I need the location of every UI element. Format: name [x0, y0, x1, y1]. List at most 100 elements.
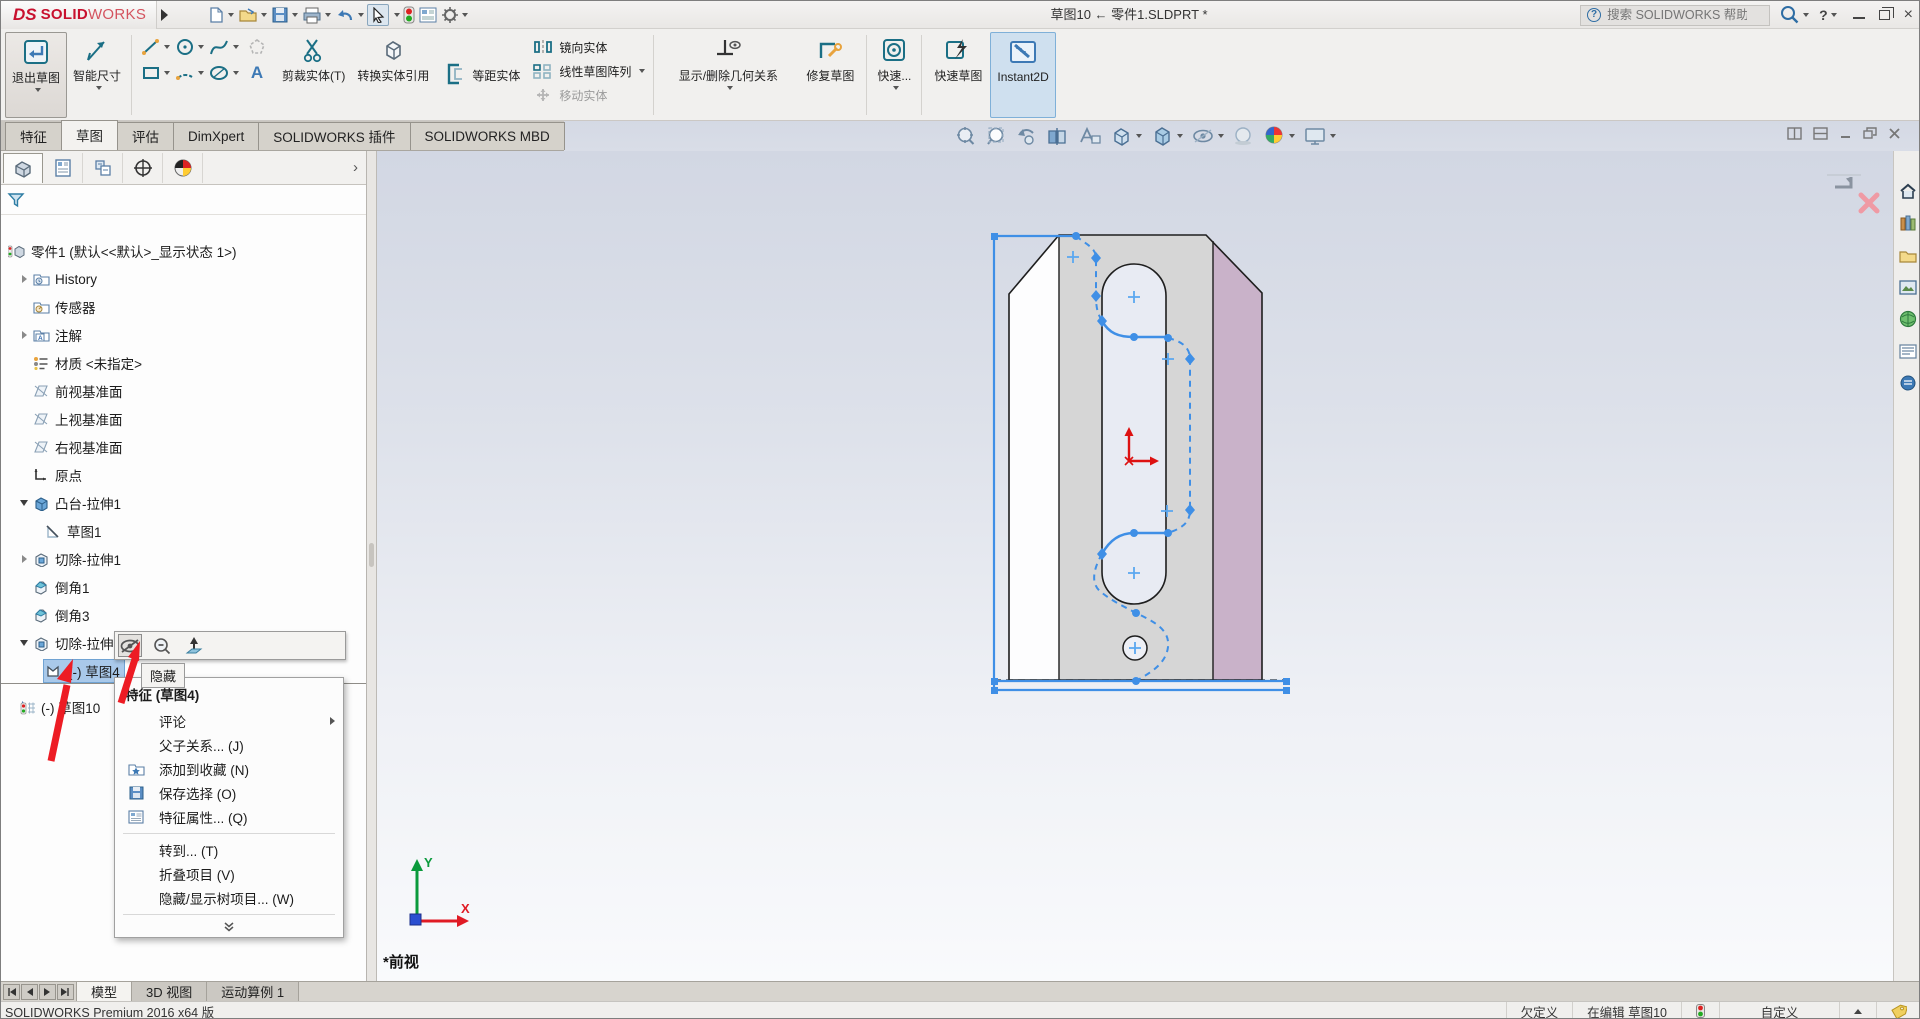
chevron-down-icon[interactable] — [726, 86, 733, 90]
display-style-button[interactable] — [1148, 124, 1185, 148]
view-orientation-button[interactable] — [1107, 124, 1144, 148]
chevron-down-icon[interactable] — [1218, 134, 1224, 138]
chevron-down-icon[interactable] — [197, 45, 204, 49]
expander-icon[interactable] — [17, 555, 31, 563]
chevron-down-icon[interactable] — [1289, 134, 1295, 138]
resources-home-button[interactable] — [1898, 181, 1918, 201]
chevron-down-icon[interactable] — [232, 45, 239, 49]
tab-features[interactable]: 特征 — [5, 122, 62, 150]
doc-restore-icon[interactable] — [1863, 127, 1877, 140]
tile-pane-icon[interactable] — [1813, 127, 1828, 140]
units-dropdown[interactable] — [1839, 1002, 1876, 1018]
linear-sketch-pattern-button[interactable]: 线性草图阵列 — [532, 60, 646, 82]
chevron-down-icon[interactable] — [197, 71, 204, 75]
repair-sketch-button[interactable]: 修复草图 — [798, 32, 862, 118]
tree-item-chamfer1[interactable]: 倒角1 — [1, 573, 366, 601]
part-left-face[interactable] — [1009, 235, 1059, 680]
tree-item-top-plane[interactable]: 上视基准面 — [1, 405, 366, 433]
chevron-down-icon[interactable] — [394, 12, 401, 17]
chevron-down-icon[interactable] — [325, 12, 332, 17]
doc-minimize-icon[interactable] — [1839, 127, 1852, 140]
menu-item-hide-show-tree-items[interactable]: 隐藏/显示树项目... (W) — [115, 886, 343, 910]
normal-to-button[interactable] — [182, 634, 206, 657]
tree-item-sensors[interactable]: 传感器 — [1, 293, 366, 321]
zoom-to-selection-button[interactable] — [150, 634, 174, 657]
spline-tool-button[interactable] — [208, 37, 239, 57]
panel-expand-chevron[interactable]: › — [353, 159, 358, 176]
chevron-down-icon[interactable] — [163, 71, 170, 75]
shadow-view-button[interactable] — [1230, 124, 1256, 148]
help-search-box[interactable]: ? — [1580, 4, 1771, 26]
chevron-down-icon[interactable] — [95, 86, 102, 90]
options-form-button[interactable] — [418, 5, 438, 25]
tree-item-right-plane[interactable]: 右视基准面 — [1, 433, 366, 461]
chevron-down-icon[interactable] — [261, 12, 268, 17]
menu-item-collapse-items[interactable]: 折叠项目 (V) — [115, 862, 343, 886]
slot-cut[interactable] — [1101, 263, 1167, 605]
tab-display-manager[interactable] — [163, 152, 203, 183]
exit-sketch-corner-icon[interactable] — [1835, 177, 1853, 189]
line-tool-button[interactable] — [141, 37, 170, 57]
tab-feature-manager[interactable] — [3, 152, 43, 183]
tab-dimxpert[interactable]: DimXpert — [173, 122, 260, 150]
tab-3d-views[interactable]: 3D 视图 — [132, 982, 208, 1001]
save-button[interactable] — [270, 4, 299, 26]
tree-item-material[interactable]: 材质 <未指定> — [1, 349, 366, 377]
search-button[interactable] — [1780, 5, 1810, 25]
instant2d-button[interactable]: Instant2D — [990, 32, 1056, 118]
chevron-down-icon[interactable] — [1330, 134, 1336, 138]
rapid-snap-button[interactable]: 快速... — [871, 32, 917, 118]
select-tool-button[interactable] — [367, 3, 390, 26]
chevron-down-icon[interactable] — [163, 45, 170, 49]
chevron-down-icon[interactable] — [232, 71, 239, 75]
tab-configuration-manager[interactable] — [83, 152, 123, 183]
mirror-entities-button[interactable]: 镜向实体 — [532, 36, 645, 58]
tree-item-part[interactable]: 零件1 (默认<<默认>_显示状态 1>) — [1, 237, 366, 265]
zoom-to-fit-button[interactable] — [953, 124, 979, 148]
previous-view-button[interactable] — [1013, 124, 1039, 148]
tags-button[interactable] — [1876, 1002, 1919, 1018]
tree-item-cut-extrude1[interactable]: 切除-拉伸1 — [1, 545, 366, 573]
chevron-down-icon[interactable] — [892, 86, 899, 90]
trim-entities-button[interactable]: 剪裁实体(T) — [276, 32, 351, 118]
view-palette-button[interactable] — [1898, 277, 1918, 297]
split-pane-icon[interactable] — [1787, 127, 1802, 140]
last-tab-button[interactable] — [57, 983, 74, 1000]
zoom-to-area-button[interactable] — [983, 124, 1009, 148]
doc-close-icon[interactable] — [1888, 127, 1901, 140]
splitter-handle[interactable] — [369, 543, 374, 567]
chevron-down-icon[interactable] — [1136, 134, 1142, 138]
ellipse-tool-button[interactable] — [208, 63, 239, 83]
help-menu-button[interactable]: ? — [1819, 7, 1837, 23]
menu-flyout-icon[interactable] — [161, 8, 169, 21]
menu-item-go-to[interactable]: 转到... (T) — [115, 838, 343, 862]
exit-sketch-button[interactable]: 退出草图 — [5, 32, 68, 118]
print-button[interactable] — [301, 4, 332, 26]
expander-icon[interactable] — [17, 500, 31, 506]
tab-motion-study[interactable]: 运动算例 1 — [207, 982, 300, 1001]
custom-properties-button[interactable] — [1898, 341, 1918, 361]
offset-entities-button[interactable]: 等距实体 — [435, 32, 528, 118]
rapid-sketch-button[interactable]: 快速草图 — [926, 32, 990, 118]
arc-tool-button[interactable] — [175, 63, 204, 83]
apply-scene-button[interactable] — [1301, 124, 1338, 148]
menu-expand-chevron[interactable] — [115, 919, 343, 933]
menu-item-comments[interactable]: 评论 — [115, 709, 343, 733]
tab-sketch[interactable]: 草图 — [61, 120, 118, 150]
hide-button[interactable] — [118, 634, 142, 657]
chevron-down-icon[interactable] — [1830, 13, 1837, 17]
menu-item-add-to-favorites[interactable]: 添加到收藏 (N) — [115, 757, 343, 781]
cancel-sketch-icon[interactable] — [1858, 192, 1880, 214]
rectangle-tool-button[interactable] — [141, 63, 170, 83]
chevron-down-icon[interactable] — [1803, 13, 1810, 17]
tab-solidworks-addins[interactable]: SOLIDWORKS 插件 — [258, 122, 411, 150]
design-library-button[interactable] — [1898, 213, 1918, 233]
tab-evaluate[interactable]: 评估 — [117, 122, 174, 150]
part-right-face[interactable] — [1206, 235, 1262, 680]
chevron-down-icon[interactable] — [358, 12, 365, 17]
prev-tab-button[interactable] — [21, 983, 38, 1000]
chevron-down-icon[interactable] — [228, 12, 235, 17]
menu-item-parent-child[interactable]: 父子关系... (J) — [115, 733, 343, 757]
convert-entities-button[interactable]: 转换实体引用 — [351, 32, 435, 118]
tab-solidworks-mbd[interactable]: SOLIDWORKS MBD — [409, 122, 565, 150]
